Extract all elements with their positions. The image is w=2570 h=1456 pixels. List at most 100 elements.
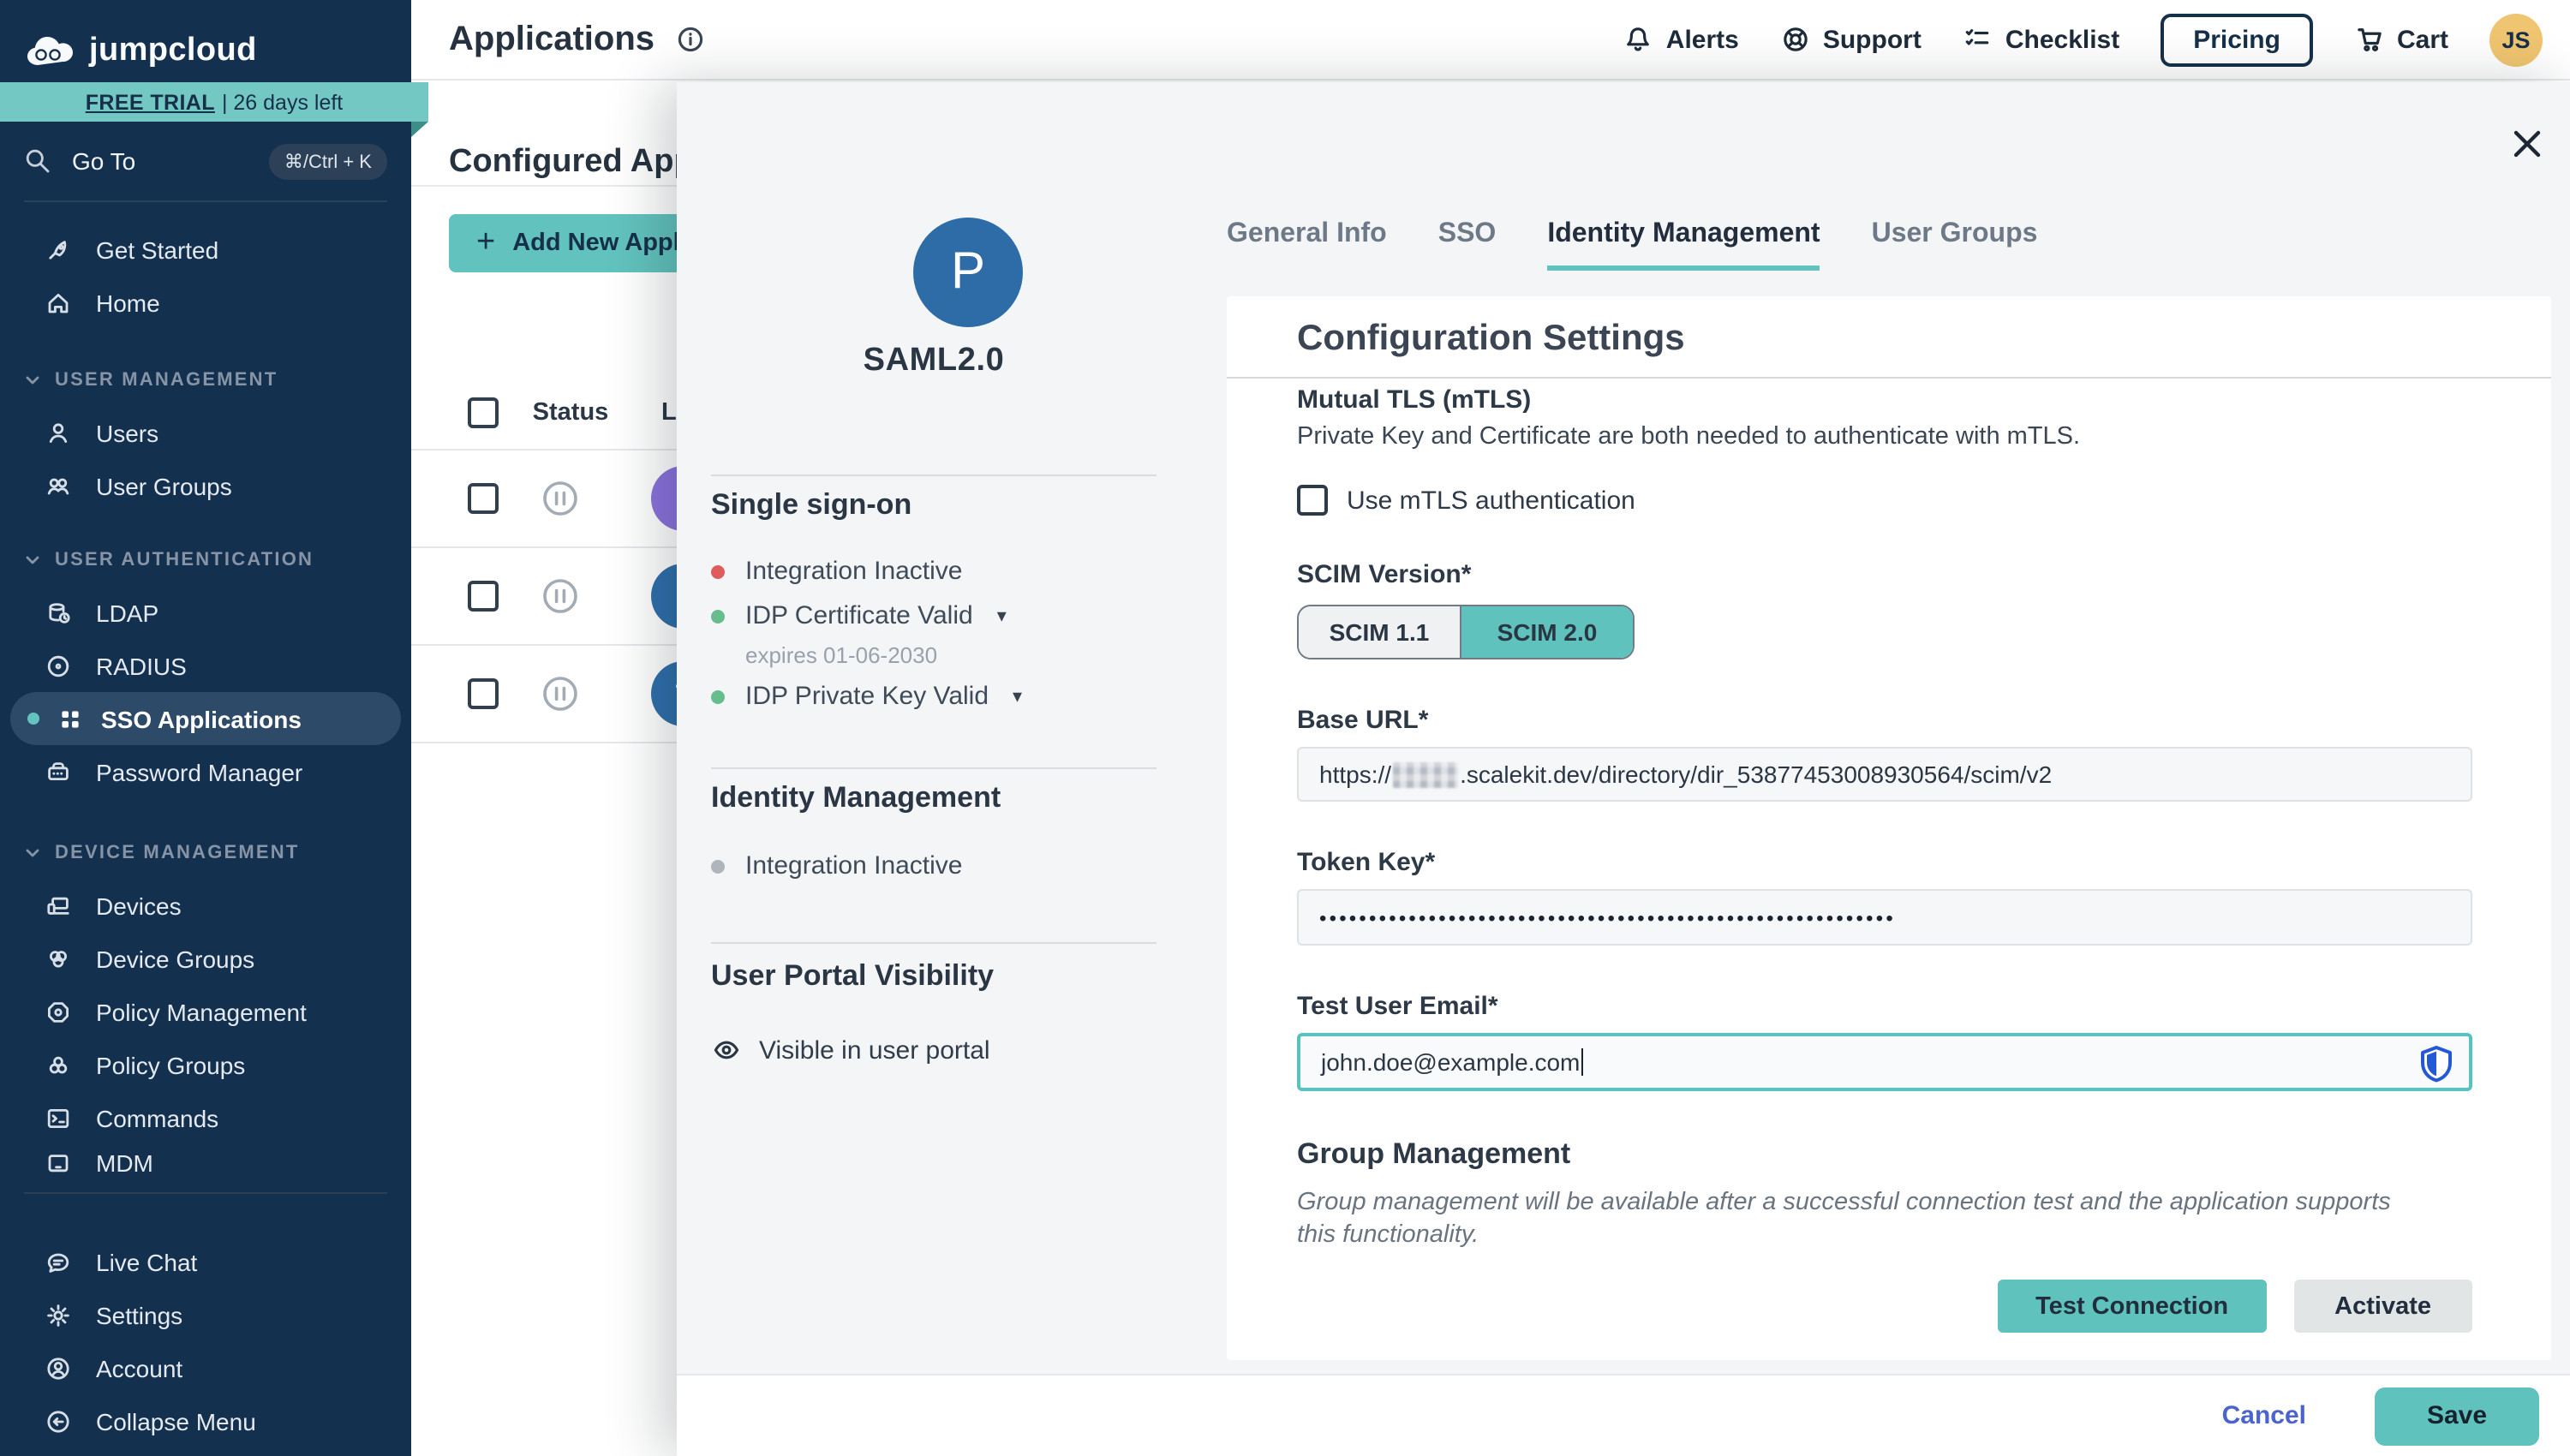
sidebar-item-get-started[interactable]: Get Started — [0, 223, 411, 276]
scim-2-0-option[interactable]: SCIM 2.0 — [1460, 606, 1633, 658]
row-checkbox[interactable] — [468, 678, 499, 709]
tab-sso[interactable]: SSO — [1438, 219, 1497, 271]
cart-label: Cart — [2397, 25, 2448, 54]
sidebar: jumpcloud FREE TRIAL | 26 days left Go T… — [0, 0, 411, 1456]
sidebar-item-policy-groups[interactable]: Policy Groups — [0, 1038, 411, 1091]
support-button[interactable]: Support — [1780, 24, 1922, 55]
sidebar-item-label: User Groups — [96, 472, 232, 499]
configured-apps-heading: Configured App — [449, 144, 694, 182]
alerts-button[interactable]: Alerts — [1623, 24, 1739, 55]
select-all-checkbox[interactable] — [468, 397, 499, 427]
cert-expiry-note: expires 01-06-2030 — [745, 642, 937, 668]
sidebar-item-commands[interactable]: Commands — [0, 1091, 411, 1144]
trial-days-left: | 26 days left — [222, 90, 343, 114]
database-icon — [45, 599, 72, 626]
chevron-down-icon — [24, 371, 41, 388]
activate-button[interactable]: Activate — [2293, 1280, 2472, 1333]
sidebar-item-label: Settings — [96, 1301, 182, 1328]
password-card-icon — [45, 758, 72, 785]
redacted-subdomain — [1393, 761, 1458, 787]
add-button-label: Add New Applic — [512, 230, 701, 257]
home-icon — [45, 289, 72, 316]
free-trial-banner[interactable]: FREE TRIAL | 26 days left — [0, 82, 428, 122]
sidebar-item-label: SSO Applications — [101, 705, 302, 732]
idm-section-title: Identity Management — [711, 781, 1001, 815]
sidebar-item-devices[interactable]: Devices — [0, 879, 411, 932]
policy-octagon-icon — [45, 998, 72, 1025]
radar-icon — [45, 652, 72, 679]
sso-section-title: Single sign-on — [711, 488, 911, 522]
sidebar-item-ldap[interactable]: LDAP — [0, 586, 411, 639]
goto-search[interactable]: Go To ⌘/Ctrl + K — [0, 134, 411, 188]
sidebar-item-policy-management[interactable]: Policy Management — [0, 985, 411, 1038]
email-value: john.doe@example.com — [1321, 1048, 1580, 1076]
pricing-button[interactable]: Pricing — [2161, 13, 2313, 66]
cancel-button[interactable]: Cancel — [2222, 1401, 2306, 1430]
green-status-dot — [711, 689, 725, 703]
test-user-email-input[interactable]: john.doe@example.com — [1297, 1033, 2472, 1091]
mtls-checkbox-label: Use mTLS authentication — [1347, 486, 1635, 515]
sidebar-item-label: Live Chat — [96, 1248, 197, 1275]
cart-button[interactable]: Cart — [2354, 24, 2448, 55]
close-icon[interactable] — [2512, 128, 2543, 159]
section-label: USER MANAGEMENT — [55, 369, 278, 390]
rocket-icon — [45, 236, 72, 263]
sidebar-item-password-manager[interactable]: Password Manager — [0, 745, 411, 798]
sidebar-item-radius[interactable]: RADIUS — [0, 639, 411, 692]
sidebar-item-label: Policy Management — [96, 998, 307, 1025]
cart-icon — [2354, 24, 2385, 55]
sidebar-item-users[interactable]: Users — [0, 406, 411, 459]
sidebar-item-label: Policy Groups — [96, 1051, 245, 1078]
mtls-description: Private Key and Certificate are both nee… — [1297, 423, 2472, 451]
sidebar-section-user-management[interactable]: USER MANAGEMENT — [0, 353, 411, 406]
sidebar-item-collapse-menu[interactable]: Collapse Menu — [0, 1394, 411, 1447]
test-connection-button[interactable]: Test Connection — [1998, 1280, 2266, 1333]
summary-divider — [711, 474, 1156, 476]
mtls-checkbox-row: Use mTLS authentication — [1297, 485, 2472, 516]
user-avatar[interactable]: JS — [2489, 13, 2543, 66]
sidebar-item-settings[interactable]: Settings — [0, 1288, 411, 1341]
lifebuoy-icon — [1780, 24, 1811, 55]
portal-visibility-row: Visible in user portal — [711, 1035, 990, 1065]
sidebar-section-user-authentication[interactable]: USER AUTHENTICATION — [0, 533, 411, 586]
sidebar-item-sso-applications[interactable]: SSO Applications — [10, 692, 401, 745]
sidebar-item-home[interactable]: Home — [0, 276, 411, 329]
active-dot — [27, 713, 39, 725]
base-url-input[interactable]: https://.scalekit.dev/directory/dir_5387… — [1297, 747, 2472, 802]
sidebar-section-device-management[interactable]: DEVICE MANAGEMENT — [0, 826, 411, 879]
mtls-checkbox[interactable] — [1297, 485, 1328, 516]
tab-identity-management[interactable]: Identity Management — [1547, 219, 1820, 271]
application-drawer: P SAML2.0 Single sign-on Integration Ina… — [677, 82, 2570, 1456]
save-button[interactable]: Save — [2375, 1387, 2539, 1445]
support-label: Support — [1823, 25, 1922, 54]
scim-1-1-option[interactable]: SCIM 1.1 — [1299, 606, 1460, 658]
sidebar-item-label: Account — [96, 1354, 182, 1381]
password-manager-shield-icon[interactable] — [2419, 1045, 2453, 1084]
row-checkbox[interactable] — [468, 581, 499, 612]
sidebar-item-live-chat[interactable]: Live Chat — [0, 1235, 411, 1288]
sidebar-item-account[interactable]: Account — [0, 1341, 411, 1394]
sidebar-divider — [24, 200, 387, 202]
token-key-input[interactable]: ••••••••••••••••••••••••••••••••••••••••… — [1297, 889, 2472, 946]
paused-status-icon — [538, 574, 583, 618]
sidebar-item-user-groups[interactable]: User Groups — [0, 459, 411, 512]
logo[interactable]: jumpcloud — [0, 0, 411, 79]
row-checkbox[interactable] — [468, 483, 499, 514]
collapse-arrow-icon — [45, 1407, 72, 1435]
paused-status-icon — [538, 476, 583, 521]
checklist-button[interactable]: Checklist — [1963, 24, 2119, 55]
tab-general-info[interactable]: General Info — [1227, 219, 1387, 271]
sidebar-item-mdm[interactable]: MDM — [0, 1144, 411, 1185]
text-cursor — [1581, 1048, 1583, 1076]
status-text: IDP Private Key Valid — [745, 682, 989, 711]
sidebar-item-device-groups[interactable]: Device Groups — [0, 932, 411, 985]
sso-status-cert[interactable]: IDP Certificate Valid ▾ — [711, 601, 1007, 630]
base-url-suffix: .scalekit.dev/directory/dir_538774530089… — [1460, 761, 2052, 788]
section-label: DEVICE MANAGEMENT — [55, 842, 300, 862]
mtls-label: Mutual TLS (mTLS) — [1297, 385, 2472, 415]
sso-status-inactive: Integration Inactive — [711, 557, 963, 586]
sso-status-key[interactable]: IDP Private Key Valid ▾ — [711, 682, 1022, 711]
logo-text: jumpcloud — [89, 32, 257, 69]
info-icon[interactable] — [675, 24, 706, 55]
tab-user-groups[interactable]: User Groups — [1872, 219, 2038, 271]
